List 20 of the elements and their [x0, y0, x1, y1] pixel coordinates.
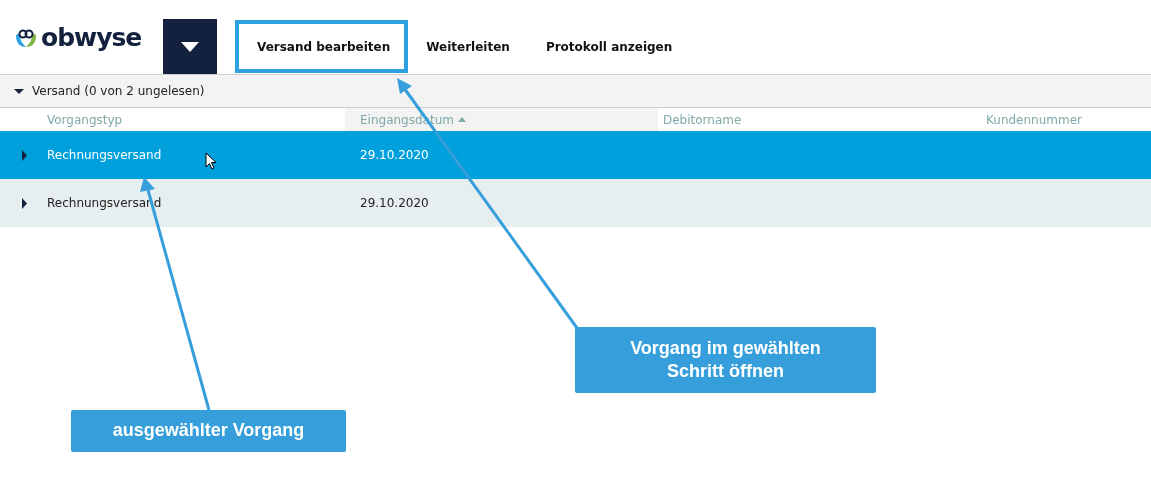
- group-header[interactable]: Versand (0 von 2 ungelesen): [0, 75, 1151, 108]
- expand-icon[interactable]: [20, 197, 28, 209]
- tab[interactable]: Protokoll anzeigen: [527, 20, 691, 73]
- table-cell: 29.10.2020: [345, 179, 658, 227]
- column-label: Debitorname: [663, 112, 742, 127]
- caret-down-icon: [181, 41, 199, 52]
- callout-label: ausgewählter Vorgang: [71, 410, 346, 452]
- mouse-cursor-icon: [205, 152, 217, 171]
- sort-ascending-icon: [457, 117, 466, 122]
- column-label: Kundennummer: [986, 112, 1082, 127]
- table-cell: Rechnungsversand: [47, 148, 162, 162]
- group-label: Versand (0 von 2 ungelesen): [32, 84, 205, 98]
- tab[interactable]: Weiterleiten: [408, 20, 528, 73]
- table-cell: 29.10.2020: [345, 131, 658, 179]
- tab[interactable]: Versand bearbeiten: [235, 20, 409, 73]
- collapse-icon[interactable]: [14, 86, 24, 96]
- dropdown-button[interactable]: [163, 19, 217, 74]
- callout-label: Vorgang im gewählten Schritt öffnen: [575, 327, 876, 393]
- column-label: Vorgangstyp: [47, 112, 123, 127]
- logo-text: obwyse: [41, 22, 142, 52]
